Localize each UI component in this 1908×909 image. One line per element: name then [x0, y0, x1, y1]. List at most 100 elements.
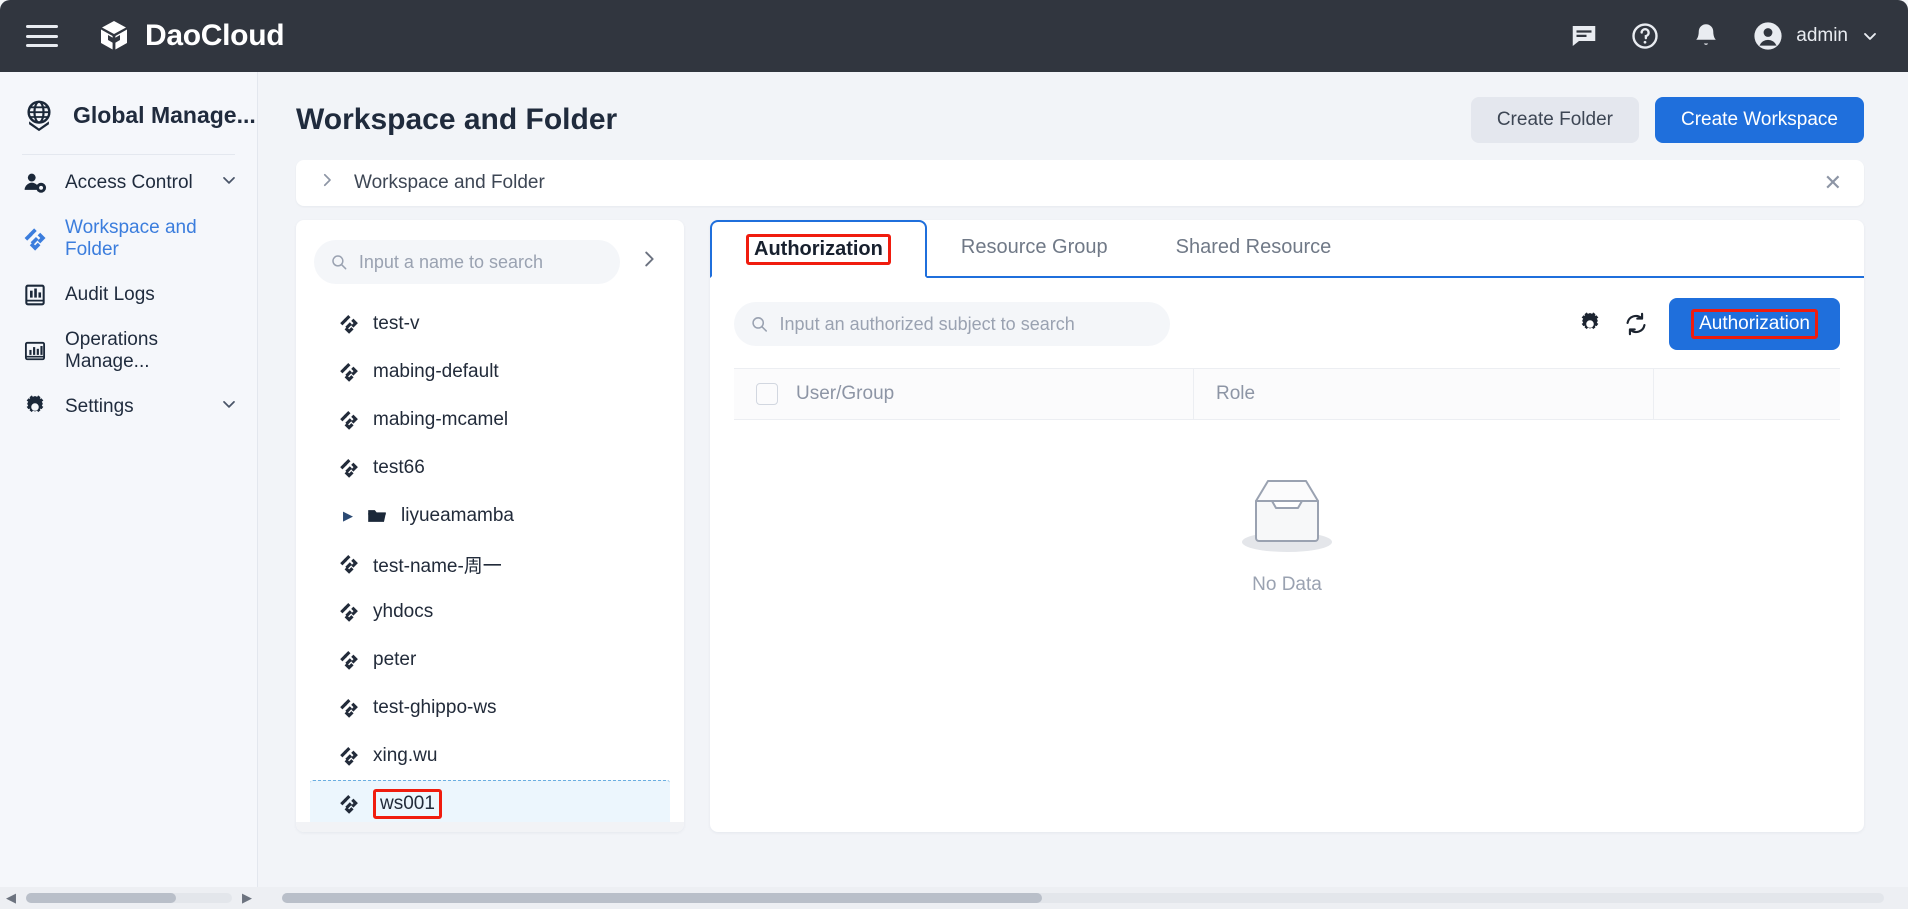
main-scroll-track[interactable]: [282, 893, 1884, 903]
create-folder-button[interactable]: Create Folder: [1471, 97, 1639, 143]
brand: DaoCloud: [96, 18, 284, 54]
sidebar-header-label: Global Manage...: [73, 102, 256, 129]
main-horizontal-scrollbar[interactable]: [258, 887, 1908, 909]
search-icon: [750, 314, 769, 334]
tree-item-label: yhdocs: [373, 601, 433, 623]
column-label: User/Group: [796, 383, 894, 405]
tab-label: Shared Resource: [1176, 236, 1332, 259]
table-header-actions: [1654, 369, 1840, 419]
folder-icon: [366, 505, 388, 527]
help-icon[interactable]: [1630, 21, 1660, 51]
topbar-actions: admin: [1569, 20, 1880, 52]
sidebar-scroll-track[interactable]: [26, 893, 232, 903]
workspace-icon: [338, 553, 360, 575]
workspace-icon: [338, 601, 360, 623]
tree-item-label: liyueamamba: [401, 505, 514, 527]
global-management-icon: [22, 98, 56, 132]
scroll-right-icon[interactable]: ▶: [236, 890, 258, 906]
sidebar-item-settings[interactable]: Settings: [0, 379, 257, 435]
tree-item-label: test66: [373, 457, 425, 479]
workspace-icon: [338, 313, 360, 335]
scroll-left-icon[interactable]: ◀: [0, 890, 22, 906]
page-header: Workspace and Folder Create Folder Creat…: [258, 72, 1908, 146]
sidebar-scroll-thumb[interactable]: [26, 893, 176, 903]
sidebar-horizontal-scrollbar[interactable]: ◀ ▶: [0, 887, 258, 909]
tree-item-test-ghippo-ws[interactable]: test-ghippo-ws: [296, 684, 684, 732]
tree-item-peter[interactable]: peter: [296, 636, 684, 684]
user-name: admin: [1796, 25, 1848, 47]
refresh-icon[interactable]: [1623, 311, 1649, 337]
tree-item-label: mabing-mcamel: [373, 409, 508, 431]
page-actions: Create Folder Create Workspace: [1471, 97, 1864, 143]
tab-authorization[interactable]: Authorization: [710, 220, 927, 278]
sidebar-item-access-control[interactable]: Access Control: [0, 155, 257, 211]
tree-item-label: mabing-default: [373, 361, 499, 383]
tree-item-xing-wu[interactable]: xing.wu: [296, 732, 684, 780]
avatar: [1752, 20, 1784, 52]
chevron-down-icon: [1860, 26, 1880, 46]
content-area: test-v mabing-default mabing-mcamel test…: [296, 220, 1864, 832]
tab-shared-resource[interactable]: Shared Resource: [1142, 218, 1366, 276]
tree-item-mabing-default[interactable]: mabing-default: [296, 348, 684, 396]
workspace-icon: [338, 361, 360, 383]
empty-box-icon: [1234, 468, 1340, 560]
tree-item-mabing-mcamel[interactable]: mabing-mcamel: [296, 396, 684, 444]
top-bar: DaoCloud: [0, 0, 1908, 72]
tree-item-liyueamamba[interactable]: ▶ liyueamamba: [296, 492, 684, 540]
gear-icon[interactable]: [1577, 311, 1603, 337]
tree-item-ws001[interactable]: ws001: [310, 780, 670, 828]
tree-horizontal-scrollbar[interactable]: [296, 822, 684, 832]
empty-state: No Data: [710, 468, 1864, 596]
user-menu[interactable]: admin: [1752, 20, 1880, 52]
workspace-icon: [338, 697, 360, 719]
tree-item-yhdocs[interactable]: yhdocs: [296, 588, 684, 636]
authorization-search-input[interactable]: [780, 314, 1154, 335]
gear-icon: [22, 394, 48, 420]
bell-icon[interactable]: [1691, 21, 1721, 51]
tree-search-input[interactable]: [359, 252, 604, 273]
tab-label: Resource Group: [961, 236, 1108, 259]
main-content: Workspace and Folder Create Folder Creat…: [258, 72, 1908, 909]
authorization-button-label: Authorization: [1691, 309, 1818, 339]
tree-expand-icon[interactable]: [632, 248, 666, 276]
authorization-button[interactable]: Authorization: [1669, 298, 1840, 350]
tree-list: test-v mabing-default mabing-mcamel test…: [296, 298, 684, 828]
chevron-right-icon[interactable]: [318, 171, 336, 195]
tree-item-test-name-[interactable]: test-name-周一: [296, 540, 684, 588]
tree-item-label: test-ghippo-ws: [373, 697, 497, 719]
workspace-icon: [22, 226, 48, 252]
sidebar-item-operations-management[interactable]: Operations Manage...: [0, 323, 257, 379]
sidebar-item-audit-logs[interactable]: Audit Logs: [0, 267, 257, 323]
search-icon: [330, 252, 348, 272]
tree-item-label: xing.wu: [373, 745, 437, 767]
column-label: Role: [1216, 383, 1255, 405]
authorization-search-box[interactable]: [734, 302, 1170, 346]
sidebar-item-workspace-and-folder[interactable]: Workspace and Folder: [0, 211, 257, 267]
page-title: Workspace and Folder: [296, 103, 617, 137]
close-icon[interactable]: ✕: [1824, 172, 1842, 194]
workspace-icon: [338, 457, 360, 479]
tree-item-label: test-name-周一: [373, 551, 502, 578]
workspace-icon: [338, 793, 360, 815]
tree-panel: test-v mabing-default mabing-mcamel test…: [296, 220, 684, 832]
tree-item-label: ws001: [373, 789, 442, 819]
main-scroll-thumb[interactable]: [282, 893, 1042, 903]
sidebar-item-label: Workspace and Folder: [65, 217, 239, 261]
tree-item-test-v[interactable]: test-v: [296, 300, 684, 348]
tree-search-box[interactable]: [314, 240, 620, 284]
daocloud-logo-icon: [96, 18, 132, 54]
hamburger-icon[interactable]: [26, 22, 60, 50]
tab-bar: Authorization Resource Group Shared Resour…: [710, 220, 1864, 278]
breadcrumb-label[interactable]: Workspace and Folder: [354, 172, 545, 194]
sidebar-item-label: Access Control: [65, 172, 193, 194]
sidebar-header[interactable]: Global Manage...: [0, 72, 257, 154]
tab-resource-group[interactable]: Resource Group: [927, 218, 1142, 276]
expand-arrow-icon[interactable]: ▶: [343, 508, 353, 524]
workspace-icon: [338, 409, 360, 431]
tree-item-test66[interactable]: test66: [296, 444, 684, 492]
message-icon[interactable]: [1569, 21, 1599, 51]
create-workspace-button[interactable]: Create Workspace: [1655, 97, 1864, 143]
toolbar-actions: Authorization: [1577, 298, 1840, 350]
sidebar-item-label: Settings: [65, 396, 134, 418]
select-all-checkbox[interactable]: [756, 383, 778, 405]
